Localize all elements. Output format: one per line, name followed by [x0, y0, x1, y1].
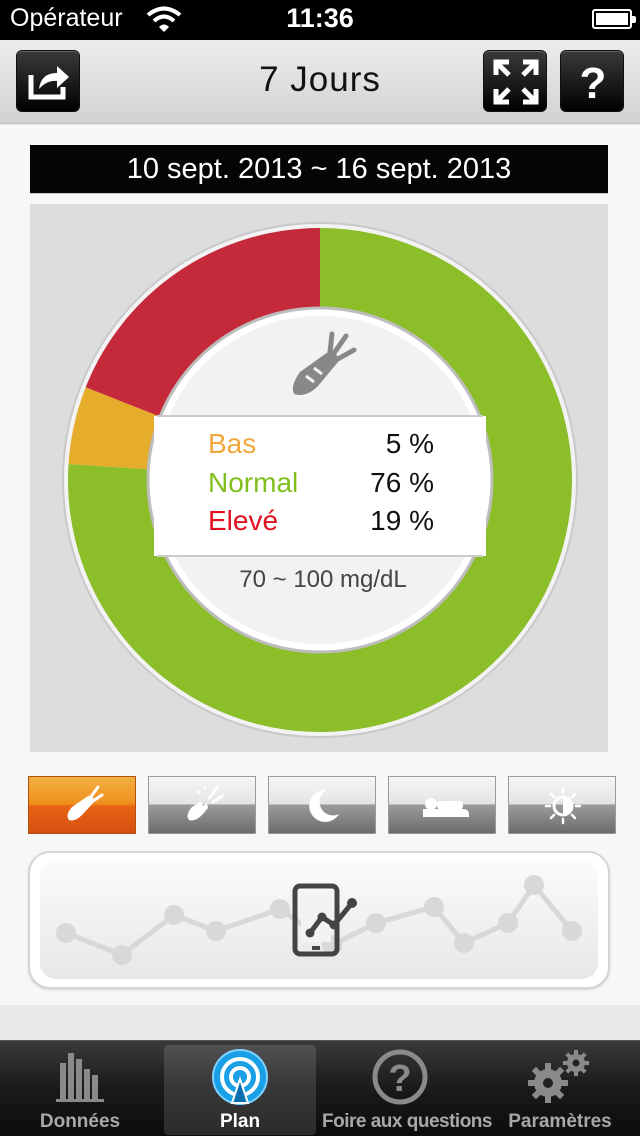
status-bar: Opérateur 11:36 [0, 0, 640, 40]
tab-label: Foire aux questions [322, 1111, 492, 1132]
question-circle-icon: ? [372, 1049, 428, 1105]
gears-icon [528, 1050, 589, 1103]
meal-tab-carrot[interactable] [28, 776, 136, 834]
bar-chart-icon [56, 1053, 104, 1102]
meal-tab-sleep[interactable] [388, 776, 496, 834]
sunrise-icon [544, 787, 582, 825]
tab-label: Données [39, 1111, 121, 1132]
navigation-header: 7 Jours ? [0, 40, 640, 124]
legend-row-high: Elevé 19 % [208, 505, 434, 541]
broadcast-icon [212, 1049, 268, 1105]
target-range-text: 70 ~ 100 mg/dL [239, 566, 407, 593]
legend-value: 5 % [385, 428, 434, 459]
trend-graph-decoration [56, 875, 582, 965]
legend-value: 76 % [370, 467, 434, 498]
meal-tab-night[interactable] [268, 776, 376, 834]
meal-tab-wake[interactable] [508, 776, 616, 834]
tab-label: Paramètres [508, 1111, 612, 1132]
eaten-carrot-icon [187, 786, 224, 821]
tab-faq[interactable]: ? Foire aux questions [322, 1041, 492, 1136]
help-icon: ? [580, 59, 607, 108]
legend-value: 19 % [370, 505, 434, 536]
legend-label: Normal [208, 467, 299, 498]
svg-text:?: ? [580, 59, 607, 108]
expand-icon [493, 59, 539, 105]
moon-icon [309, 789, 339, 822]
trend-graph-button[interactable] [28, 851, 610, 989]
bed-icon [423, 798, 469, 817]
meal-tab-eaten-carrot[interactable] [148, 776, 256, 834]
tab-bar: Données Plan ? Foire aux questions Param… [0, 1040, 640, 1136]
tab-donnees[interactable]: Données [4, 1041, 156, 1136]
tab-plan[interactable]: Plan [164, 1041, 316, 1136]
tab-parametres[interactable]: Paramètres [484, 1041, 636, 1136]
legend-label: Elevé [208, 505, 279, 536]
tab-label: Plan [219, 1111, 261, 1132]
date-range-bar: 10 sept. 2013 ~ 16 sept. 2013 [30, 145, 608, 193]
expand-button[interactable] [483, 50, 547, 112]
clock: 11:36 [286, 3, 354, 33]
legend-row-normal: Normal 76 % [208, 467, 434, 503]
carrot-icon [67, 785, 104, 821]
legend-row-low: Bas 5 % [208, 428, 434, 464]
legend-label: Bas [208, 428, 257, 459]
help-button[interactable]: ? [560, 50, 624, 112]
svg-text:?: ? [388, 1058, 411, 1100]
battery-icon [592, 9, 636, 29]
